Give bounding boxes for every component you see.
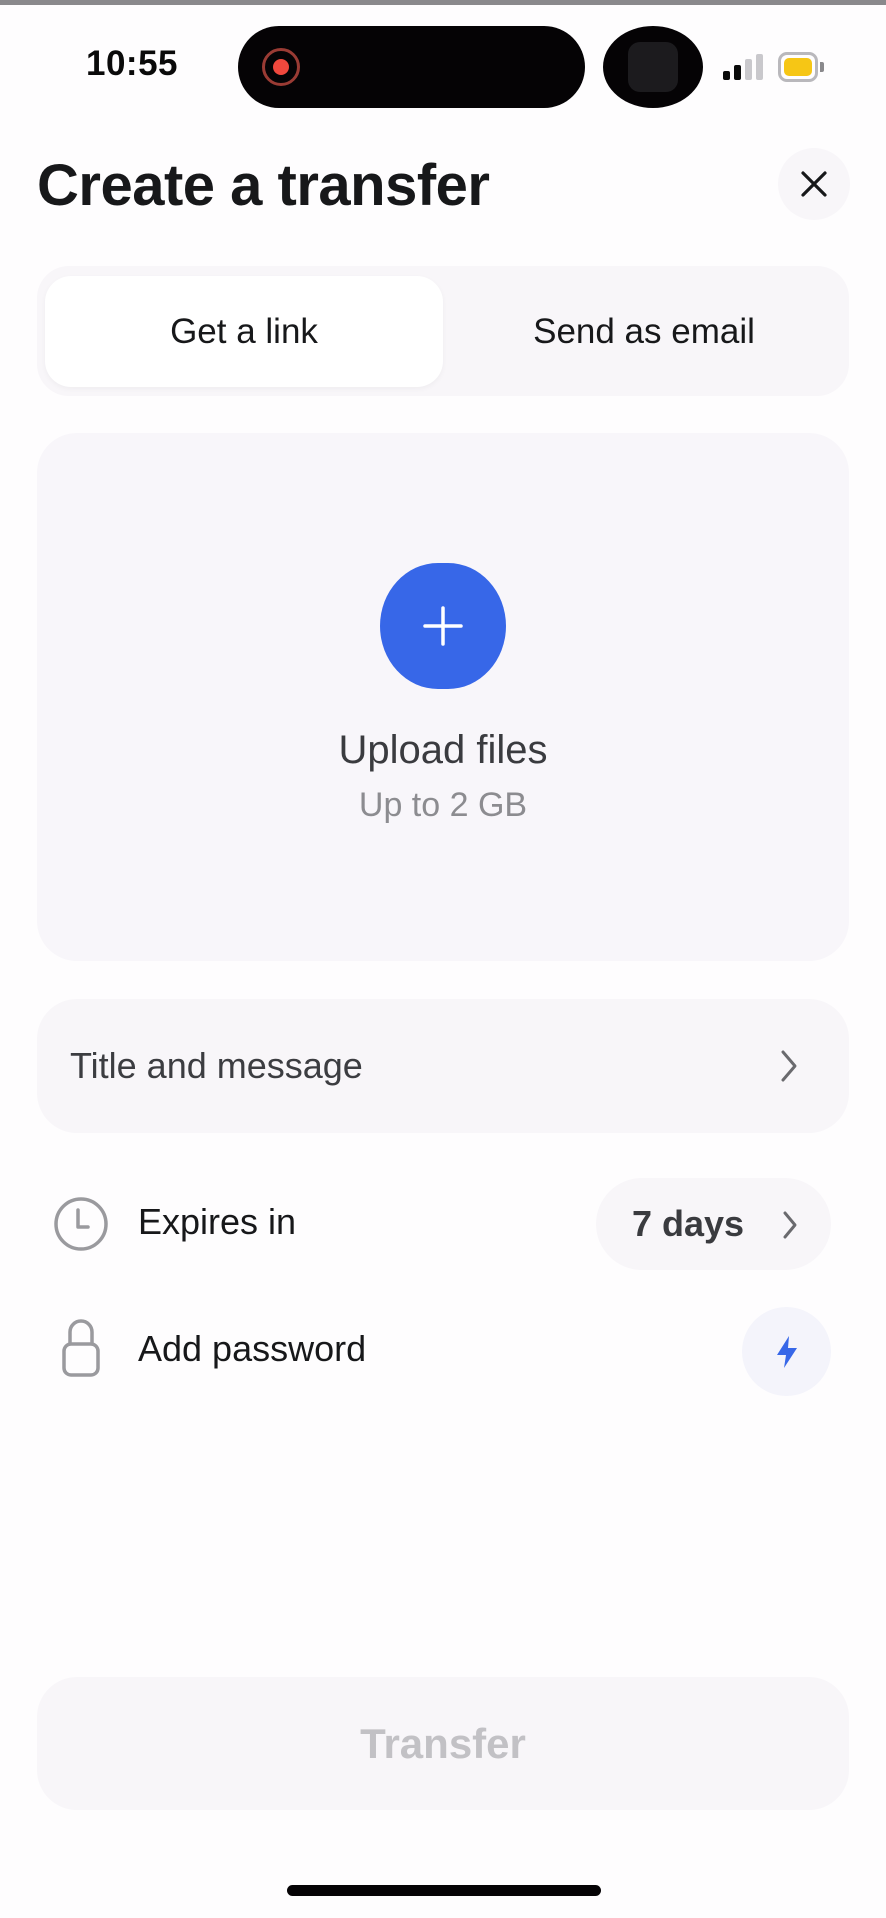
close-button[interactable] — [778, 148, 850, 220]
upload-files-button[interactable] — [380, 563, 506, 689]
expires-value: 7 days — [632, 1203, 745, 1244]
title-and-message-row[interactable]: Title and message — [37, 999, 849, 1133]
page-title: Create a transfer — [37, 153, 490, 218]
close-icon — [801, 171, 827, 197]
chevron-right-icon — [781, 1050, 797, 1082]
cellular-signal-icon — [723, 54, 765, 80]
lock-icon — [62, 1319, 100, 1377]
bolt-icon — [776, 1335, 797, 1368]
tab-get-a-link[interactable]: Get a link — [45, 276, 443, 387]
transfer-button[interactable]: Transfer — [37, 1677, 849, 1810]
upload-title: Upload files — [338, 728, 548, 772]
expires-selector[interactable]: 7 days — [596, 1178, 831, 1270]
top-edge-bar — [0, 0, 886, 5]
status-time: 10:55 — [86, 44, 179, 83]
camera-indicator-icon — [628, 42, 678, 92]
battery-tip — [820, 62, 824, 72]
upload-limit: Up to 2 GB — [358, 786, 528, 824]
password-upgrade-button[interactable] — [742, 1307, 831, 1396]
chevron-right-icon — [783, 1211, 797, 1239]
plus-icon — [423, 606, 463, 646]
transfer-mode-selector: Get a link Send as email — [37, 266, 849, 396]
expires-label: Expires in — [138, 1201, 297, 1242]
recording-dot-icon — [273, 59, 289, 75]
add-password-label: Add password — [138, 1328, 367, 1369]
home-indicator[interactable] — [287, 1885, 601, 1896]
tab-send-as-email[interactable]: Send as email — [445, 276, 843, 387]
title-and-message-label: Title and message — [70, 1045, 363, 1086]
clock-icon — [54, 1197, 108, 1251]
upload-area[interactable] — [37, 433, 849, 961]
battery-icon — [778, 52, 818, 82]
